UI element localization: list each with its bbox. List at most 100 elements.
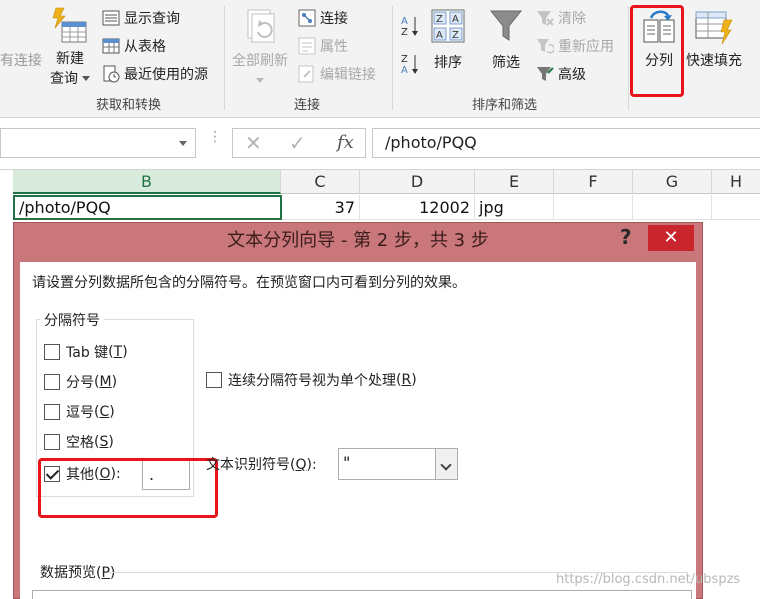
text-qualifier-select[interactable]: "	[338, 448, 458, 480]
consecutive-label: 连续分隔符号视为单个处理	[228, 373, 396, 389]
group-separator	[628, 6, 629, 110]
column-header-f[interactable]: F	[554, 170, 633, 194]
filter-label: 筛选	[492, 55, 520, 71]
existing-connections-button[interactable]: 有连接	[0, 50, 42, 70]
connections-icon	[298, 9, 316, 27]
properties-button[interactable]: 属性	[298, 36, 348, 56]
from-table-button[interactable]: 从表格	[102, 36, 166, 56]
resize-handle[interactable]: ⋮	[208, 130, 222, 144]
advanced-filter-icon	[536, 65, 554, 83]
comma-label: 逗号	[66, 405, 94, 421]
text-to-columns-dialog: 文本分列向导 - 第 2 步，共 3 步 ? ✕ 请设置分列数据所包含的分隔符号…	[13, 222, 703, 599]
reapply-icon	[536, 37, 556, 55]
help-icon[interactable]: ?	[620, 225, 632, 249]
watermark: https://blog.csdn.net/ubspzs	[556, 572, 741, 587]
group-label-connections: 连接	[294, 98, 321, 113]
semicolon-checkbox[interactable]: 分号(M)	[44, 372, 117, 392]
cancel-icon[interactable]: ✕	[245, 131, 262, 155]
show-queries-icon	[102, 9, 120, 27]
name-box[interactable]	[0, 128, 196, 158]
chevron-down-icon[interactable]	[435, 449, 457, 479]
properties-label: 属性	[320, 39, 348, 55]
clear-filter-icon	[536, 9, 554, 27]
new-query-label-1: 新建	[56, 51, 84, 67]
cell-f[interactable]	[554, 195, 633, 220]
comma-checkbox[interactable]: 逗号(C)	[44, 402, 115, 422]
sort-descending-button[interactable]: ZA	[400, 52, 420, 76]
group-separator	[392, 6, 393, 110]
insert-function-icon[interactable]: fx	[337, 132, 354, 153]
dialog-title: 文本分列向导 - 第 2 步，共 3 步	[227, 230, 489, 251]
checkbox-box[interactable]	[44, 344, 60, 360]
semicolon-hotkey: M	[99, 374, 112, 390]
data-preview-pane[interactable]	[32, 590, 692, 599]
tab-label: Tab 键	[66, 345, 109, 361]
edit-links-button[interactable]: 编辑链接	[298, 64, 376, 84]
close-button[interactable]: ✕	[648, 225, 694, 251]
checkbox-box[interactable]	[44, 404, 60, 420]
sort-za-icon: ZA	[400, 52, 420, 76]
table-icon	[102, 37, 120, 55]
enter-icon[interactable]: ✓	[289, 131, 306, 155]
flash-fill-icon	[694, 8, 734, 46]
checkbox-box[interactable]	[206, 372, 222, 388]
checkbox-box[interactable]	[44, 434, 60, 450]
column-header-g[interactable]: G	[633, 170, 712, 194]
cell-g[interactable]	[633, 195, 712, 220]
cell-d[interactable]: 12002	[360, 195, 475, 220]
chevron-down-icon	[256, 78, 264, 83]
sort-label: 排序	[434, 55, 462, 71]
group-separator	[224, 6, 225, 110]
cell-e[interactable]: jpg	[475, 195, 554, 220]
svg-text:Z: Z	[401, 27, 408, 38]
consecutive-delimiters-checkbox[interactable]: 连续分隔符号视为单个处理(R)	[206, 370, 417, 390]
tab-checkbox[interactable]: Tab 键(T)	[44, 342, 128, 362]
cell-c[interactable]: 37	[282, 195, 360, 220]
column-header-d[interactable]: D	[360, 170, 475, 194]
column-header-b[interactable]: B	[13, 170, 281, 194]
formula-bar: ⋮ ✕ ✓ fx /photo/PQQ	[0, 118, 760, 170]
svg-text:A: A	[401, 65, 408, 76]
reapply-button[interactable]: 重新应用	[536, 36, 614, 56]
chevron-down-icon	[82, 75, 90, 81]
filter-button[interactable]: 筛选	[488, 8, 524, 72]
formula-input[interactable]: /photo/PQQ	[372, 128, 760, 158]
refresh-all-label: 全部刷新	[232, 53, 288, 69]
formula-buttons: ✕ ✓ fx	[232, 128, 366, 158]
recent-sources-label: 最近使用的源	[124, 67, 208, 83]
svg-text:A: A	[436, 30, 443, 41]
refresh-all-button[interactable]: 全部刷新	[232, 6, 288, 83]
show-queries-label: 显示查询	[124, 11, 180, 27]
cell-h[interactable]	[712, 195, 760, 220]
recent-sources-button[interactable]: 最近使用的源	[102, 64, 208, 84]
new-query-button[interactable]: 新建 查询	[50, 6, 90, 88]
column-header-c[interactable]: C	[281, 170, 360, 194]
show-queries-button[interactable]: 显示查询	[102, 8, 180, 28]
dialog-description: 请设置分列数据所包含的分隔符号。在预览窗口内可看到分列的效果。	[32, 275, 466, 291]
properties-icon	[298, 37, 316, 55]
connections-button[interactable]: 连接	[298, 8, 348, 28]
column-header-e[interactable]: E	[475, 170, 554, 194]
comma-hotkey: C	[99, 404, 110, 420]
new-query-label-2: 查询	[50, 71, 78, 87]
refresh-icon	[240, 6, 280, 46]
checkbox-box[interactable]	[44, 374, 60, 390]
text-qualifier-hotkey: Q	[295, 457, 307, 473]
tab-hotkey: T	[113, 344, 123, 360]
space-checkbox[interactable]: 空格(S)	[44, 432, 114, 452]
clear-filter-button[interactable]: 清除	[536, 8, 586, 28]
sort-az-icon: AZ	[400, 14, 420, 38]
sort-button[interactable]: ZAAZ 排序	[430, 8, 466, 72]
clear-label: 清除	[558, 11, 586, 27]
flash-fill-button[interactable]: 快速填充	[686, 8, 742, 70]
data-preview-hotkey: P	[101, 565, 110, 581]
cell-b-selected[interactable]: /photo/PQQ	[13, 195, 282, 220]
chevron-down-icon[interactable]	[179, 141, 187, 146]
column-header-h[interactable]: H	[712, 170, 760, 194]
new-query-icon	[50, 6, 90, 46]
sort-ascending-button[interactable]: AZ	[400, 14, 420, 38]
edit-links-icon	[298, 65, 316, 83]
advanced-filter-button[interactable]: 高级	[536, 64, 586, 84]
new-query-label-row: 查询	[50, 68, 90, 88]
group-label-get-transform: 获取和转换	[96, 98, 162, 113]
